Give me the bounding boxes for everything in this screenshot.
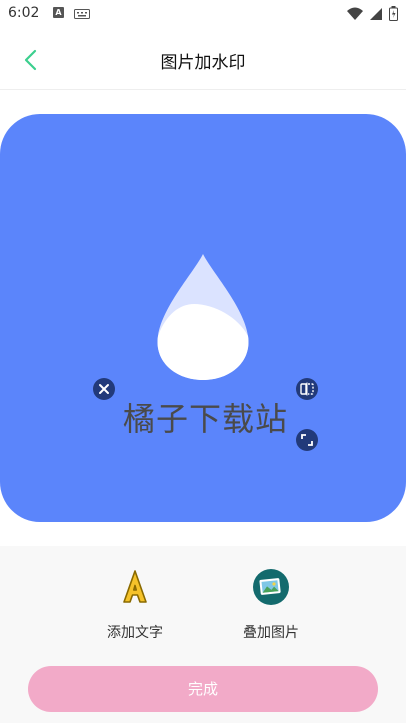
done-button[interactable]: 完成	[28, 666, 378, 712]
resize-icon	[301, 434, 313, 446]
image-icon	[253, 569, 289, 605]
keyboard-icon	[74, 9, 90, 19]
overlay-image-tool[interactable]: 叠加图片	[221, 566, 321, 642]
image-canvas[interactable]: 橘子下载站	[0, 114, 406, 522]
status-bar: 6:02 A	[0, 0, 406, 28]
battery-icon	[389, 6, 398, 21]
status-icons	[347, 6, 398, 21]
status-time: 6:02	[8, 5, 40, 21]
flip-watermark-button[interactable]	[296, 378, 318, 400]
watermark-text[interactable]: 橘子下载站	[123, 394, 288, 440]
signal-icon	[370, 7, 382, 20]
overlay-image-label: 叠加图片	[243, 625, 299, 641]
flip-horizontal-icon	[300, 382, 314, 396]
close-icon	[99, 384, 109, 394]
add-text-tool[interactable]: 添加文字	[85, 566, 185, 642]
delete-watermark-button[interactable]	[93, 378, 115, 400]
notification-a-icon: A	[53, 7, 64, 18]
app-bar: 图片加水印	[0, 28, 406, 90]
wifi-icon	[347, 7, 363, 20]
resize-watermark-button[interactable]	[296, 429, 318, 451]
page-title: 图片加水印	[160, 53, 246, 73]
letter-a-icon	[123, 570, 147, 603]
add-text-label: 添加文字	[107, 625, 163, 641]
water-drop-icon	[157, 254, 249, 380]
